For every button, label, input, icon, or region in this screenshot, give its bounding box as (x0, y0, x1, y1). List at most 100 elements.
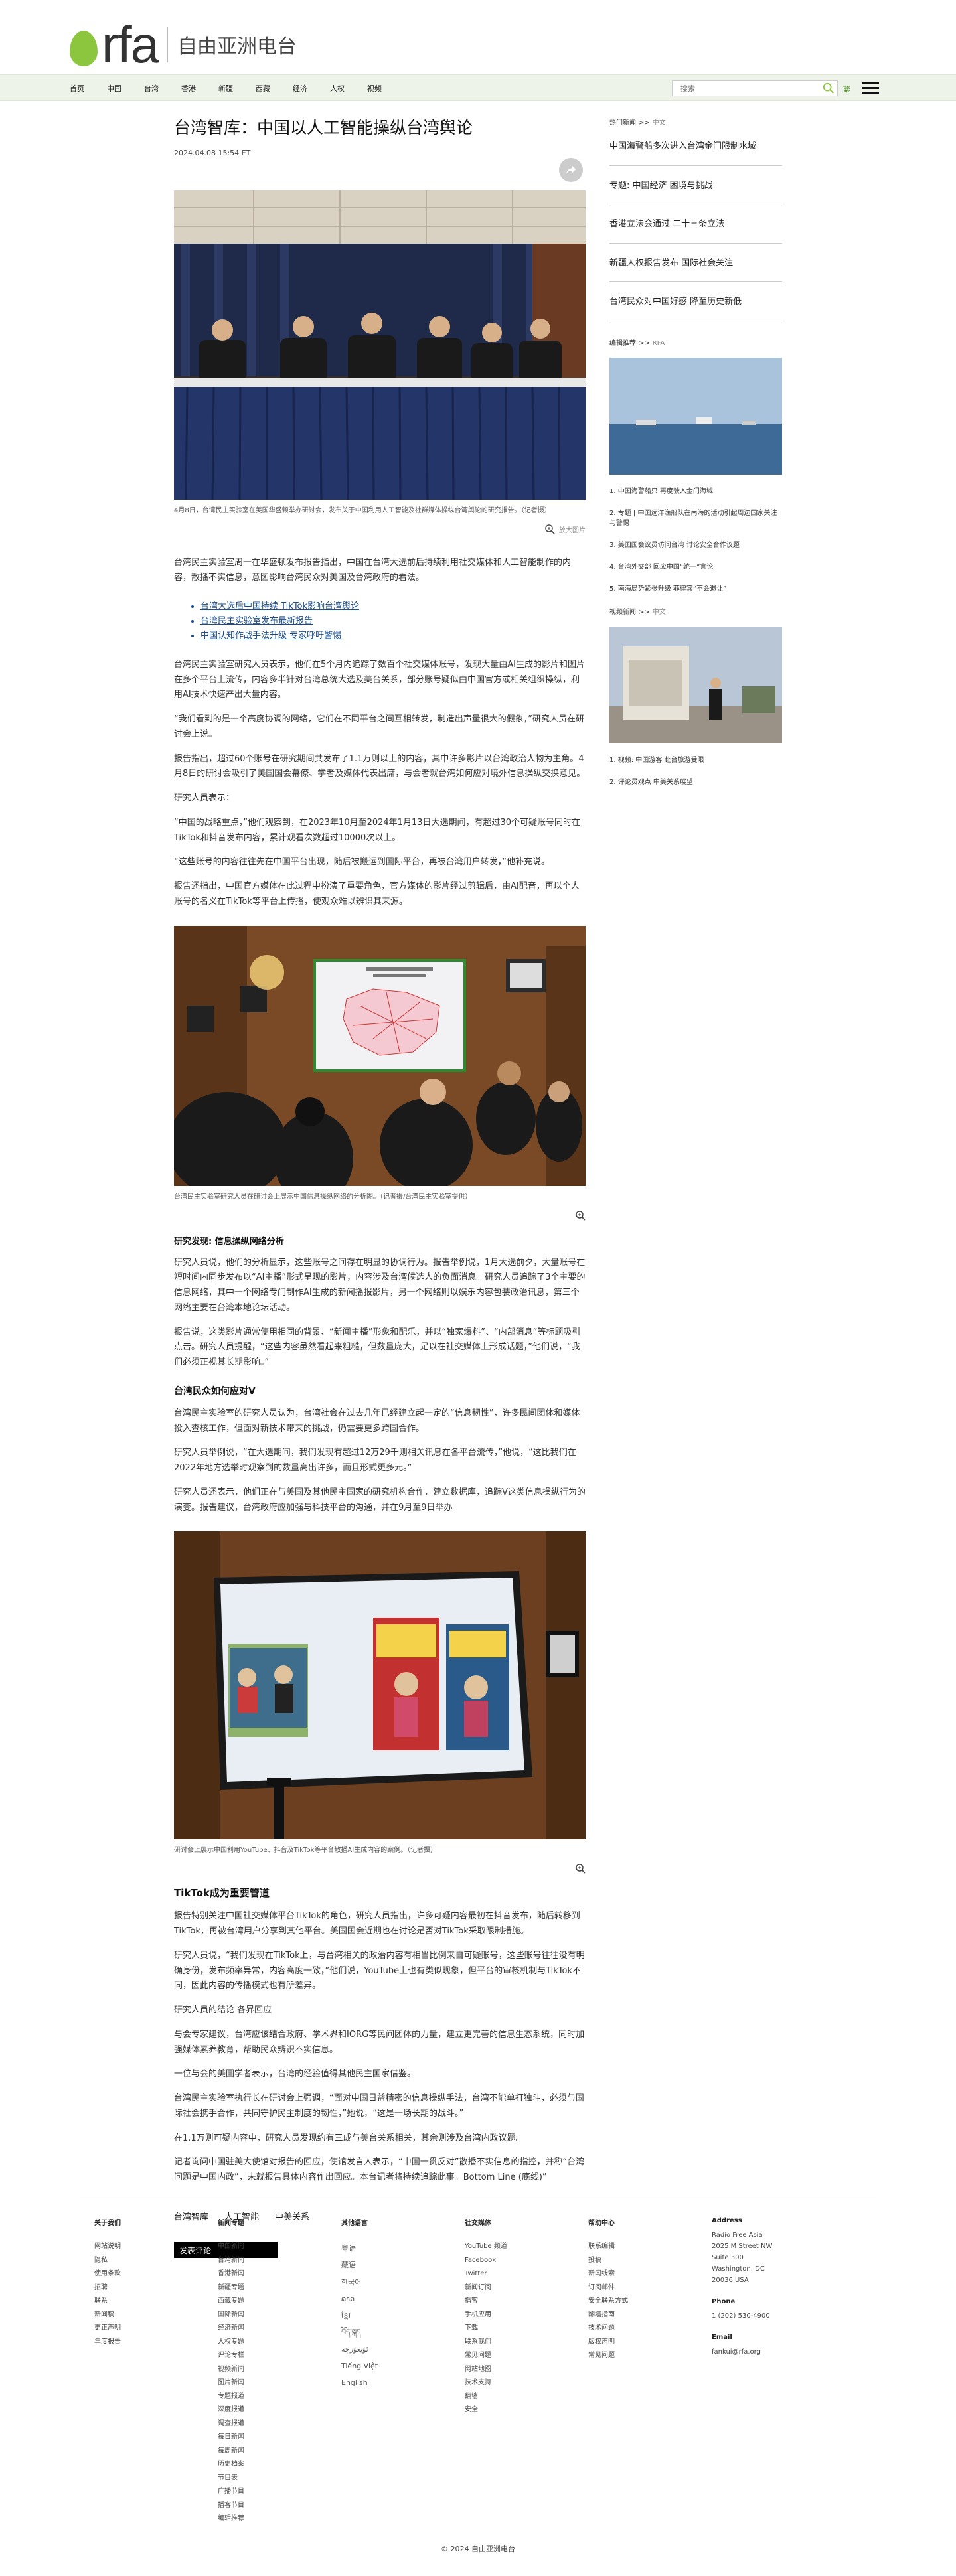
enlarge-photo-button[interactable]: 放大图片 (174, 524, 586, 534)
footer-link[interactable]: 手机应用 (465, 2309, 588, 2322)
sidebar-list-item[interactable]: 2. 评论员观点 中美关系展望 (609, 777, 782, 787)
footer-link[interactable]: 历史档案 (218, 2458, 341, 2472)
sidebar-thumbnail-sea[interactable] (609, 357, 782, 475)
share-button[interactable] (559, 158, 583, 182)
footer-link[interactable]: 使用条款 (94, 2267, 218, 2281)
sidebar-story-link[interactable]: 新疆人权报告发布 国际社会关注 (609, 244, 782, 282)
footer-link[interactable]: 视频新闻 (218, 2363, 341, 2377)
enlarge-photo-button[interactable] (174, 1210, 586, 1221)
footer-link[interactable]: 招聘 (94, 2281, 218, 2295)
footer-link[interactable]: 图片新闻 (218, 2376, 341, 2390)
nav-item[interactable]: 香港 (181, 83, 196, 94)
footer-link[interactable]: 调查报道 (218, 2417, 341, 2431)
footer-link[interactable]: 隐私 (94, 2254, 218, 2268)
sidebar-list-item[interactable]: 3. 美国国会议员访问台湾 讨论安全合作议题 (609, 540, 782, 550)
sidebar-list-item[interactable]: 2. 专题 | 中国远洋渔船队在南海的活动引起周边国家关注与警惕 (609, 508, 782, 528)
footer-link[interactable]: 播客 (465, 2295, 588, 2309)
sidebar-story-link[interactable]: 香港立法会通过 二十三条立法 (609, 204, 782, 244)
footer-link[interactable]: 网站地图 (465, 2363, 588, 2377)
footer-link[interactable]: 联系编辑 (588, 2240, 712, 2254)
footer-link[interactable]: 广播节目 (218, 2485, 341, 2499)
sidebar-list-item[interactable]: 4. 台湾外交部 回应中国“统一”言论 (609, 562, 782, 572)
email-link[interactable]: fankui@rfa.org (712, 2346, 835, 2358)
sidebar-story-link[interactable]: 专题: 中国经济 困境与挑战 (609, 166, 782, 204)
nav-item[interactable]: 人权 (330, 83, 345, 94)
article-photo-tv-screen[interactable] (174, 1531, 586, 1840)
footer-link[interactable]: 更正声明 (94, 2322, 218, 2336)
footer-link[interactable]: 常见问题 (588, 2349, 712, 2363)
footer-link[interactable]: 下载 (465, 2322, 588, 2336)
footer-link[interactable]: 节目表 (218, 2472, 341, 2486)
enlarge-photo-button[interactable] (174, 1863, 586, 1874)
nav-item[interactable]: 台湾 (144, 83, 159, 94)
article-photo-map-presentation[interactable] (174, 925, 586, 1186)
footer-link[interactable]: 编辑推荐 (218, 2512, 341, 2526)
footer-link[interactable]: 安全 (465, 2403, 588, 2417)
footer-link[interactable]: 订阅邮件 (588, 2281, 712, 2295)
sidebar-list-item[interactable]: 5. 南海局势紧张升级 菲律宾“不会退让” (609, 584, 782, 594)
footer-link[interactable]: 每周新闻 (218, 2445, 341, 2459)
footer-link[interactable]: 香港新闻 (218, 2267, 341, 2281)
language-link[interactable]: Tiếng Việt (341, 2358, 465, 2374)
footer-link[interactable]: 台湾新闻 (218, 2254, 341, 2268)
nav-item[interactable]: 首页 (70, 83, 84, 94)
address-line: 2025 M Street NW (712, 2243, 773, 2250)
footer-link[interactable]: 新疆专题 (218, 2281, 341, 2295)
footer-link[interactable]: 评论专栏 (218, 2349, 341, 2363)
sidebar-list-item[interactable]: 1. 中国海警船只 再度驶入金门海域 (609, 487, 782, 496)
traditional-chinese-link[interactable]: 繁 (843, 84, 850, 94)
footer-link[interactable]: 网站说明 (94, 2240, 218, 2254)
language-link[interactable]: 藏语 (341, 2257, 465, 2273)
footer-link[interactable]: Twitter (465, 2267, 588, 2281)
language-link[interactable]: ລາວ (341, 2291, 465, 2307)
footer-link[interactable]: 联系我们 (465, 2336, 588, 2350)
footer-link[interactable]: 国际新闻 (218, 2309, 341, 2322)
hamburger-menu-icon[interactable] (862, 82, 879, 95)
sidebar-story-link[interactable]: 中国海警船多次进入台湾金门限制水域 (609, 127, 782, 166)
footer-link[interactable]: 安全联系方式 (588, 2295, 712, 2309)
footer-link[interactable]: 常见问题 (465, 2349, 588, 2363)
footer-link[interactable]: 联系 (94, 2295, 218, 2309)
language-link[interactable]: ខ្មែរ (341, 2307, 465, 2324)
footer-link[interactable]: 翻墙 (465, 2390, 588, 2404)
related-link[interactable]: 台湾民主实验室发布最新报告 (200, 614, 586, 629)
related-link[interactable]: 中国认知作战手法升级 专家呼吁警惕 (200, 629, 586, 643)
footer-link[interactable]: Facebook (465, 2254, 588, 2268)
nav-item[interactable]: 经济 (293, 83, 307, 94)
language-link[interactable]: 粤语 (341, 2240, 465, 2257)
footer-link[interactable]: 技术问题 (588, 2322, 712, 2336)
footer-link[interactable]: 翻墙指南 (588, 2309, 712, 2322)
footer-link[interactable]: 专题报道 (218, 2390, 341, 2404)
footer-link[interactable]: 深度报道 (218, 2403, 341, 2417)
footer-link[interactable]: 中国新闻 (218, 2240, 341, 2254)
language-link[interactable]: བོད་སྐད (341, 2324, 465, 2340)
sidebar-story-link[interactable]: 台湾民众对中国好感 降至历史新低 (609, 282, 782, 321)
language-link[interactable]: English (341, 2374, 465, 2391)
article-photo-press-conference[interactable] (174, 190, 586, 500)
footer-link[interactable]: 年度报告 (94, 2336, 218, 2350)
search-input[interactable] (673, 81, 812, 96)
footer-link[interactable]: 新闻订阅 (465, 2281, 588, 2295)
footer-link[interactable]: 版权声明 (588, 2336, 712, 2350)
nav-item[interactable]: 视频 (367, 83, 382, 94)
nav-item[interactable]: 中国 (107, 83, 121, 94)
rfa-logo[interactable]: rfa 自由亚洲电台 (70, 19, 297, 70)
language-link[interactable]: ئۇيغۇرچە (341, 2341, 465, 2358)
footer-link[interactable]: 西藏专题 (218, 2295, 341, 2309)
search-icon[interactable] (823, 82, 835, 94)
footer-link[interactable]: 播客节目 (218, 2499, 341, 2513)
nav-item[interactable]: 西藏 (256, 83, 270, 94)
nav-item[interactable]: 新疆 (218, 83, 233, 94)
language-link[interactable]: 한국어 (341, 2274, 465, 2291)
related-link[interactable]: 台湾大选后中国持续 TikTok影响台湾舆论 (200, 599, 586, 614)
footer-link[interactable]: 每日新闻 (218, 2431, 341, 2445)
footer-link[interactable]: 人权专题 (218, 2336, 341, 2350)
footer-link[interactable]: 投稿 (588, 2254, 712, 2268)
footer-link[interactable]: 技术支持 (465, 2376, 588, 2390)
footer-link[interactable]: YouTube 频道 (465, 2240, 588, 2254)
footer-link[interactable]: 新闻稿 (94, 2309, 218, 2322)
footer-link[interactable]: 经济新闻 (218, 2322, 341, 2336)
footer-link[interactable]: 新闻线索 (588, 2267, 712, 2281)
sidebar-list-item[interactable]: 1. 视频: 中国游客 赴台旅游受限 (609, 755, 782, 765)
sidebar-thumbnail-monument[interactable] (609, 626, 782, 743)
